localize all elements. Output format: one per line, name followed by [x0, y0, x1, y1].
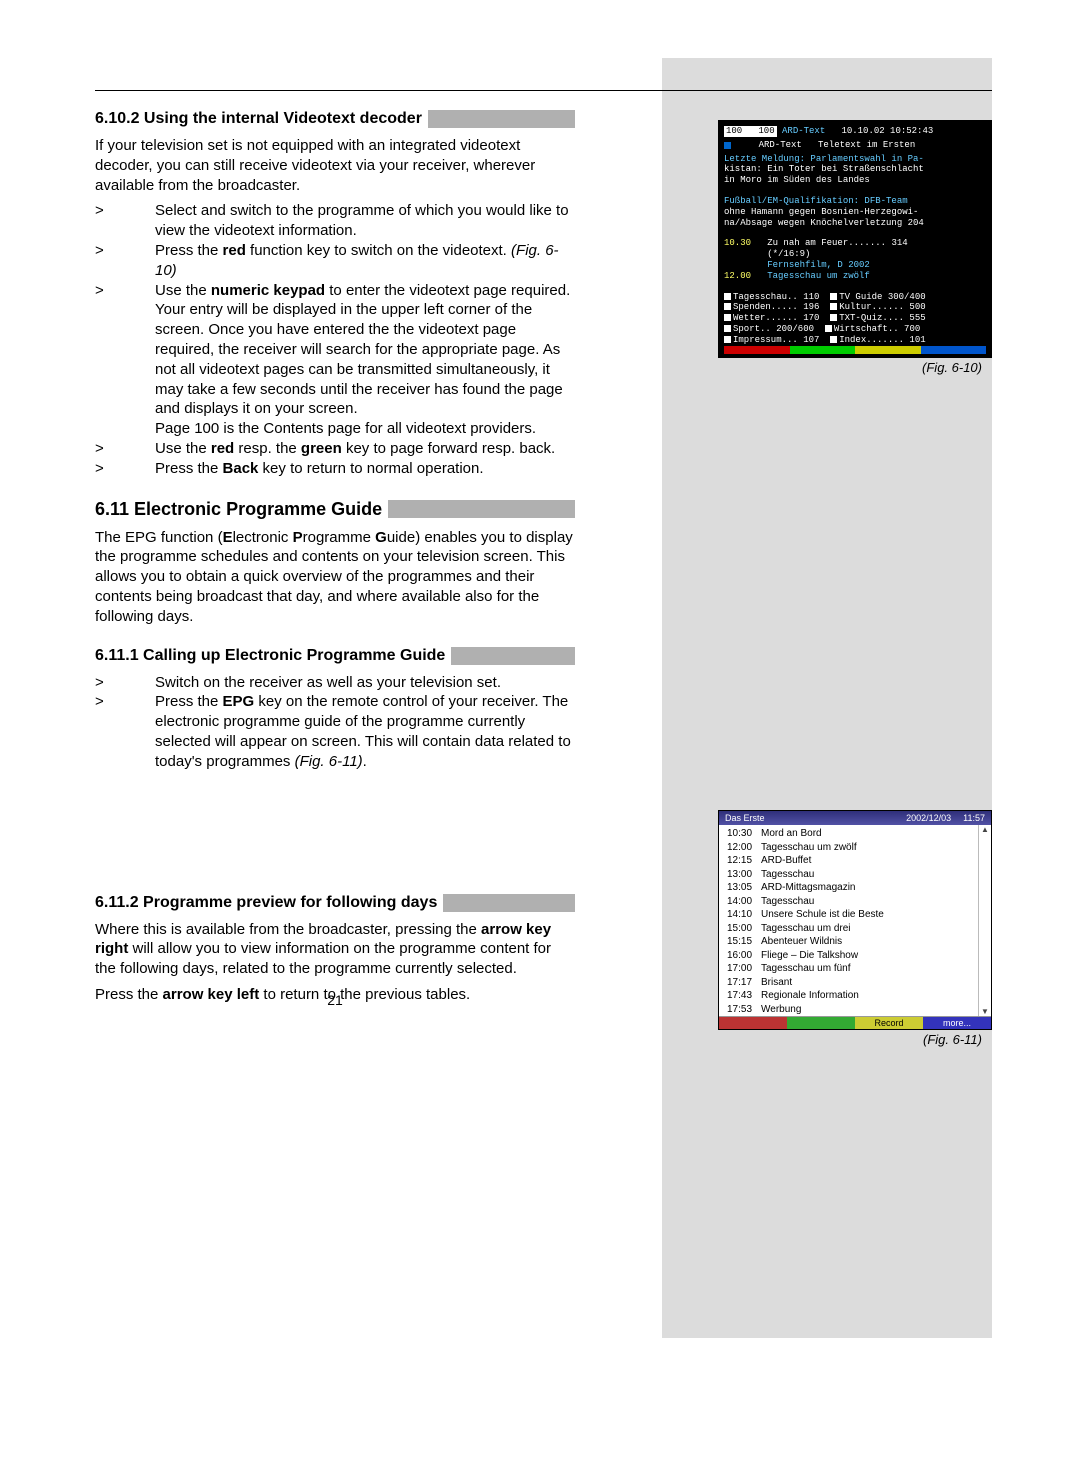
list-item: > Switch on the receiver as well as your…: [95, 673, 575, 693]
heading-6-11-2: 6.11.2 Programme preview for following d…: [95, 892, 575, 914]
list-item: > Use the numeric keypad to enter the vi…: [95, 281, 575, 439]
figure-caption: (Fig. 6-11): [718, 1032, 992, 1047]
s3-list: > Switch on the receiver as well as your…: [95, 673, 575, 772]
epg-row[interactable]: 13:05ARD-Mittagsmagazin: [721, 881, 976, 895]
figure-6-11: Das Erste 2002/12/03 11:57 10:30Mord an …: [718, 810, 992, 1047]
top-rule: [95, 90, 992, 91]
list-item: > Press the Back key to return to normal…: [95, 459, 575, 479]
epg-row[interactable]: 15:15Abenteuer Wildnis: [721, 935, 976, 949]
content-area: 6.10.2 Using the internal Videotext deco…: [95, 90, 992, 1407]
figure-caption: (Fig. 6-10): [718, 360, 992, 375]
epg-row[interactable]: 17:43Regionale Information: [721, 989, 976, 1003]
ard-logo-icon: [724, 142, 731, 149]
s2-intro: The EPG function (Electronic Programme G…: [95, 528, 575, 627]
teletext-menu-row: Sport.. 200/600 Wirtschaft.. 700: [724, 324, 986, 335]
heading-bar: [388, 500, 575, 518]
epg-scrollbar[interactable]: ▲ ▼: [978, 825, 991, 1016]
scroll-up-icon[interactable]: ▲: [979, 825, 991, 834]
epg-row[interactable]: 17:00Tagesschau um fünf: [721, 962, 976, 976]
heading-text: 6.11.2 Programme preview for following d…: [95, 892, 437, 914]
epg-row[interactable]: 12:00Tagesschau um zwölf: [721, 841, 976, 855]
s1-intro: If your television set is not equipped w…: [95, 136, 575, 195]
teletext-menu-row: Spenden..... 196 Kultur...... 500: [724, 302, 986, 313]
heading-bar: [451, 647, 575, 665]
heading-6-10-2: 6.10.2 Using the internal Videotext deco…: [95, 108, 575, 130]
teletext-color-bar: [724, 346, 986, 354]
heading-text: 6.11.1 Calling up Electronic Programme G…: [95, 645, 445, 667]
teletext-screen: 100 100 ARD-Text 10.10.02 10:52:43 ARD-T…: [718, 120, 992, 358]
heading-bar: [443, 894, 575, 912]
teletext-menu-row: Tagesschau.. 110 TV Guide 300/400: [724, 292, 986, 303]
epg-row[interactable]: 17:17Brisant: [721, 976, 976, 990]
teletext-menu-row: Impressum... 107 Index....... 101: [724, 335, 986, 346]
page: 6.10.2 Using the internal Videotext deco…: [0, 0, 1080, 1467]
page-number: 21: [95, 992, 575, 1008]
heading-6-11-1: 6.11.1 Calling up Electronic Programme G…: [95, 645, 575, 667]
epg-row[interactable]: 14:10Unsere Schule ist die Beste: [721, 908, 976, 922]
heading-bar: [428, 110, 575, 128]
epg-row[interactable]: 15:00Tagesschau um drei: [721, 922, 976, 936]
epg-row[interactable]: 16:00Fliege – Die Talkshow: [721, 949, 976, 963]
epg-screen: Das Erste 2002/12/03 11:57 10:30Mord an …: [718, 810, 992, 1030]
teletext-menu-row: Wetter...... 170 TXT-Quiz.... 555: [724, 313, 986, 324]
list-item: > Press the EPG key on the remote contro…: [95, 692, 575, 771]
epg-row[interactable]: 10:30Mord an Bord: [721, 827, 976, 841]
figure-6-10: 100 100 ARD-Text 10.10.02 10:52:43 ARD-T…: [718, 120, 992, 375]
scroll-down-icon[interactable]: ▼: [979, 1007, 991, 1016]
epg-footer: Record more...: [719, 1016, 991, 1029]
epg-list: 10:30Mord an Bord12:00Tagesschau um zwöl…: [719, 825, 978, 1016]
list-item: > Select and switch to the programme of …: [95, 201, 575, 241]
heading-text: 6.11 Electronic Programme Guide: [95, 497, 382, 522]
s4-p1: Where this is available from the broadca…: [95, 920, 575, 979]
main-column: 6.10.2 Using the internal Videotext deco…: [95, 108, 575, 1005]
epg-row[interactable]: 13:00Tagesschau: [721, 868, 976, 882]
teletext-menu: Tagesschau.. 110 TV Guide 300/400Spenden…: [724, 292, 986, 346]
s1-list: > Select and switch to the programme of …: [95, 201, 575, 478]
heading-text: 6.10.2 Using the internal Videotext deco…: [95, 108, 422, 130]
epg-row[interactable]: 14:00Tagesschau: [721, 895, 976, 909]
list-item: > Use the red resp. the green key to pag…: [95, 439, 575, 459]
heading-6-11: 6.11 Electronic Programme Guide: [95, 497, 575, 522]
epg-row[interactable]: 17:53Werbung: [721, 1003, 976, 1017]
list-item: > Press the red function key to switch o…: [95, 241, 575, 281]
epg-header: Das Erste 2002/12/03 11:57: [719, 811, 991, 825]
epg-row[interactable]: 12:15ARD-Buffet: [721, 854, 976, 868]
